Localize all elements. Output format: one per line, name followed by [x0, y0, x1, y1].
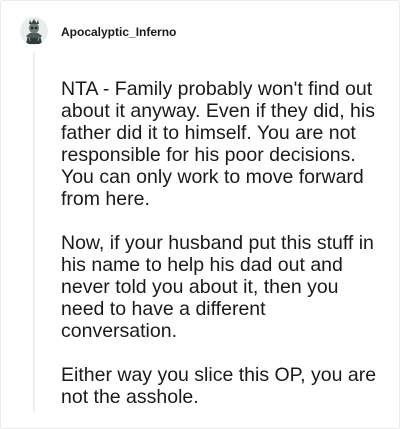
comment-author-username[interactable]: Apocalyptic_Inferno	[61, 24, 176, 40]
comment-paragraph: Now, if your husband put this stuff in h…	[61, 232, 374, 342]
comment-body: NTA - Family probably won't find out abo…	[61, 78, 381, 408]
comment-thread-line[interactable]	[33, 52, 35, 412]
user-avatar-icon[interactable]	[20, 17, 48, 45]
comment-card: Apocalyptic_Inferno NTA - Family probabl…	[0, 0, 400, 429]
comment-paragraph: NTA - Family probably won't find out abo…	[61, 78, 375, 210]
comment-paragraph: Either way you slice this OP, you are no…	[61, 364, 377, 408]
